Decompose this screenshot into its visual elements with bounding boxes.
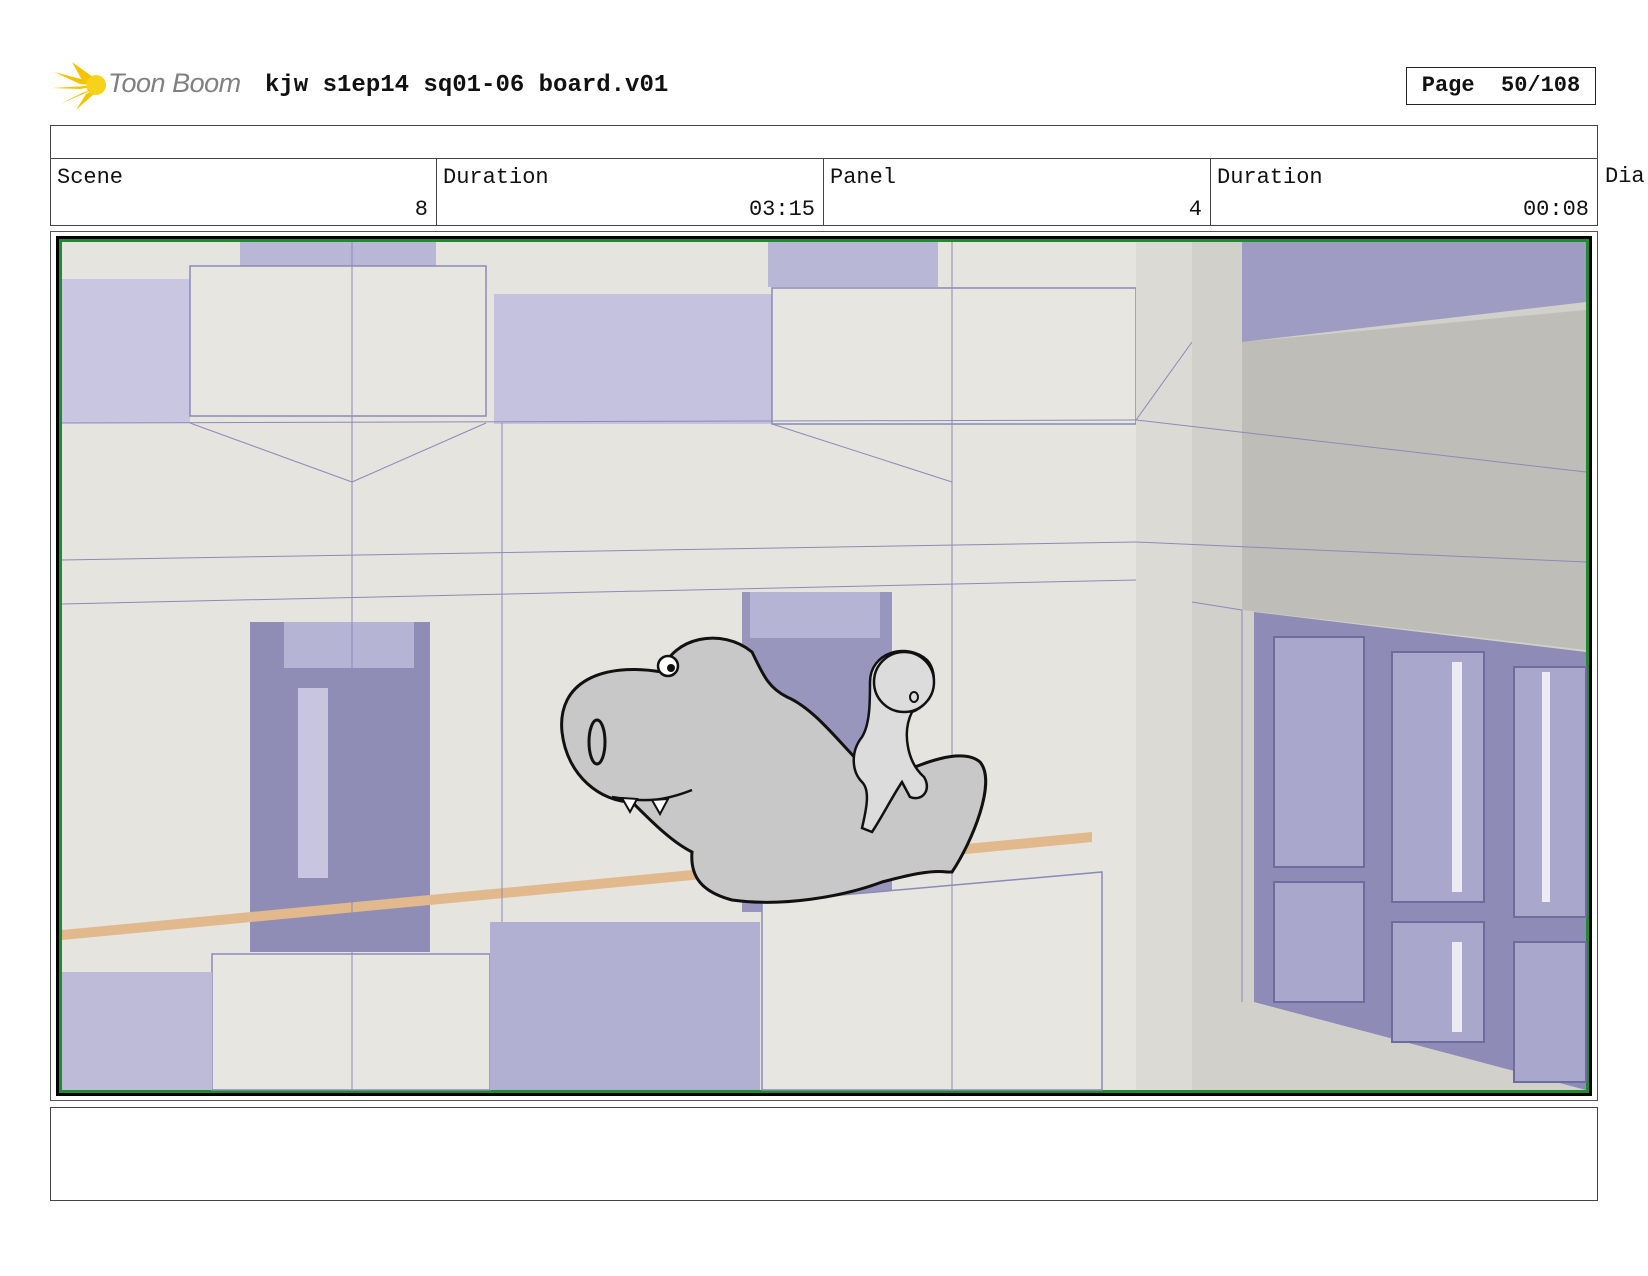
page-label: Page bbox=[1421, 73, 1475, 98]
toon-boom-logo-icon bbox=[52, 62, 106, 110]
scene-cell: Scene 8 bbox=[51, 159, 437, 225]
panel-notes-box bbox=[50, 1107, 1598, 1201]
dialogue-label-clipped: Dia bbox=[1605, 164, 1645, 189]
scene-duration-cell: Duration 03:15 bbox=[437, 159, 824, 225]
panel-image bbox=[56, 236, 1592, 1096]
page-number: 50/108 bbox=[1501, 73, 1581, 98]
project-title: kjw s1ep14 sq01-06 board.v01 bbox=[265, 72, 669, 99]
panel-duration-label: Duration bbox=[1217, 165, 1323, 190]
panel-duration-cell: Duration 00:08 bbox=[1211, 159, 1597, 225]
panel-duration-value: 00:08 bbox=[1522, 197, 1589, 222]
brand-name: Toon Boom bbox=[108, 68, 241, 98]
panel-cell: Panel 4 bbox=[824, 159, 1211, 225]
storyboard-drawing bbox=[59, 239, 1589, 1093]
panel-label: Panel bbox=[830, 165, 897, 190]
page-indicator: Page 50/108 bbox=[1406, 67, 1596, 105]
scene-info-row: Scene 8 Duration 03:15 Panel 4 Duration … bbox=[50, 158, 1598, 226]
scene-number: 8 bbox=[414, 197, 428, 222]
panel-number: 4 bbox=[1188, 197, 1202, 222]
sequence-title-row bbox=[50, 125, 1598, 159]
scene-duration-value: 03:15 bbox=[748, 197, 815, 222]
scene-duration-label: Duration bbox=[443, 165, 549, 190]
scene-label: Scene bbox=[57, 165, 124, 190]
